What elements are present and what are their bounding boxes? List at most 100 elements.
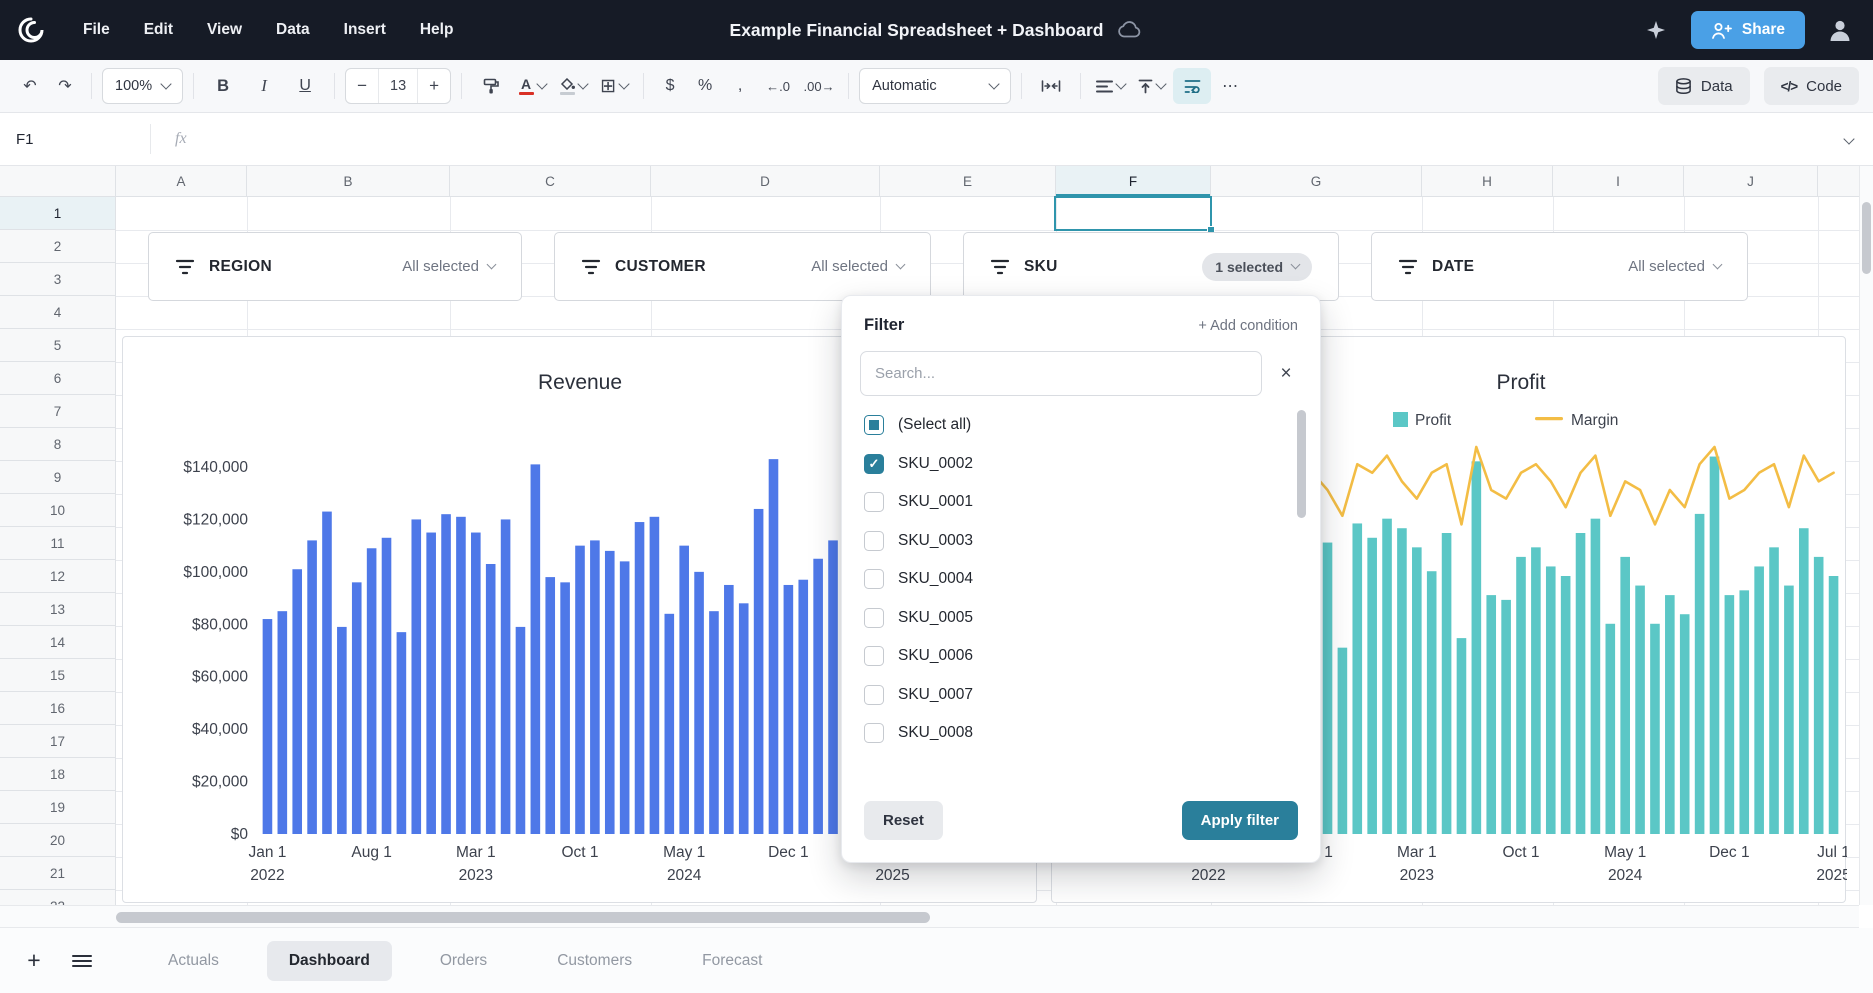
row-header-20[interactable]: 20: [0, 824, 115, 857]
data-panel-button[interactable]: Data: [1658, 67, 1750, 105]
user-avatar-icon[interactable]: [1823, 13, 1857, 47]
row-header-13[interactable]: 13: [0, 593, 115, 626]
text-color-button[interactable]: A: [513, 68, 551, 104]
checkbox-indeterminate[interactable]: [864, 415, 884, 435]
column-header-C[interactable]: C: [450, 166, 651, 196]
filter-option-sku_0002[interactable]: ✓SKU_0002: [864, 445, 1286, 484]
borders-button[interactable]: ⊞: [595, 68, 633, 104]
checkbox-unchecked[interactable]: [864, 685, 884, 705]
row-header-7[interactable]: 7: [0, 395, 115, 428]
filter-card-sku[interactable]: SKU1 selected: [963, 232, 1339, 301]
increase-font-size-button[interactable]: +: [418, 69, 450, 103]
row-header-17[interactable]: 17: [0, 725, 115, 758]
menu-insert[interactable]: Insert: [329, 12, 401, 48]
row-header-19[interactable]: 19: [0, 791, 115, 824]
horizontal-scrollbar[interactable]: [0, 905, 1859, 928]
share-button[interactable]: Share: [1691, 11, 1805, 49]
reset-button[interactable]: Reset: [864, 801, 943, 840]
column-header-G[interactable]: G: [1211, 166, 1422, 196]
apply-filter-button[interactable]: Apply filter: [1182, 801, 1298, 840]
cells-area[interactable]: Revenue$0$20,000$40,000$60,000$80,000$10…: [116, 197, 1859, 905]
cell-reference-box[interactable]: F1: [0, 131, 150, 148]
row-header-15[interactable]: 15: [0, 659, 115, 692]
row-header-3[interactable]: 3: [0, 263, 115, 296]
vertical-scrollbar[interactable]: [1859, 166, 1873, 905]
filter-option-sku_0004[interactable]: SKU_0004: [864, 560, 1286, 599]
filter-option-sku_0005[interactable]: SKU_0005: [864, 599, 1286, 638]
checkbox-unchecked[interactable]: [864, 646, 884, 666]
sheet-tab-customers[interactable]: Customers: [535, 941, 654, 981]
filter-list-scrollbar-thumb[interactable]: [1297, 410, 1306, 518]
checkbox-checked[interactable]: ✓: [864, 454, 884, 474]
checkbox-unchecked[interactable]: [864, 569, 884, 589]
row-header-11[interactable]: 11: [0, 527, 115, 560]
sheet-tab-dashboard[interactable]: Dashboard: [267, 941, 392, 981]
number-format-select[interactable]: Automatic: [859, 68, 1011, 104]
percent-format-button[interactable]: %: [689, 68, 721, 104]
ai-spark-icon[interactable]: [1639, 13, 1673, 47]
sheet-tab-forecast[interactable]: Forecast: [680, 941, 784, 981]
menu-edit[interactable]: Edit: [129, 12, 188, 48]
currency-format-button[interactable]: $: [654, 68, 686, 104]
text-wrap-button[interactable]: [1173, 68, 1211, 104]
decrease-font-size-button[interactable]: −: [346, 69, 378, 103]
decrease-decimal-button[interactable]: ←.0: [759, 68, 797, 104]
menu-file[interactable]: File: [68, 12, 125, 48]
font-size-value[interactable]: 13: [378, 69, 418, 103]
more-options-button[interactable]: ⋯: [1214, 68, 1246, 104]
row-header-2[interactable]: 2: [0, 230, 115, 263]
paint-format-button[interactable]: [472, 68, 510, 104]
horizontal-scrollbar-thumb[interactable]: [116, 912, 930, 923]
column-header-F[interactable]: F: [1056, 166, 1211, 196]
filter-option-sku_0001[interactable]: SKU_0001: [864, 483, 1286, 522]
column-header-H[interactable]: H: [1422, 166, 1553, 196]
add-sheet-button[interactable]: +: [16, 943, 52, 979]
filter-option-selectall[interactable]: (Select all): [864, 406, 1286, 445]
row-header-16[interactable]: 16: [0, 692, 115, 725]
row-header-6[interactable]: 6: [0, 362, 115, 395]
row-header-21[interactable]: 21: [0, 857, 115, 890]
close-icon[interactable]: ×: [1268, 356, 1304, 392]
row-header-10[interactable]: 10: [0, 494, 115, 527]
filter-option-sku_0007[interactable]: SKU_0007: [864, 676, 1286, 715]
zoom-select[interactable]: 100%: [102, 68, 183, 104]
formula-bar-expand-button[interactable]: [1845, 130, 1853, 148]
row-header-9[interactable]: 9: [0, 461, 115, 494]
filter-card-value[interactable]: All selected: [811, 258, 904, 275]
filter-card-date[interactable]: DATEAll selected: [1371, 232, 1748, 301]
filter-card-region[interactable]: REGIONAll selected: [148, 232, 522, 301]
bold-button[interactable]: B: [204, 68, 242, 104]
row-header-8[interactable]: 8: [0, 428, 115, 461]
code-panel-button[interactable]: </> Code: [1764, 67, 1859, 105]
checkbox-unchecked[interactable]: [864, 492, 884, 512]
row-header-18[interactable]: 18: [0, 758, 115, 791]
filter-option-sku_0008[interactable]: SKU_0008: [864, 714, 1286, 753]
column-header-B[interactable]: B: [247, 166, 450, 196]
column-header-A[interactable]: A: [116, 166, 247, 196]
column-header-I[interactable]: I: [1553, 166, 1684, 196]
column-header-D[interactable]: D: [651, 166, 880, 196]
sheet-tab-orders[interactable]: Orders: [418, 941, 509, 981]
checkbox-unchecked[interactable]: [864, 531, 884, 551]
checkbox-unchecked[interactable]: [864, 608, 884, 628]
filter-option-sku_0003[interactable]: SKU_0003: [864, 522, 1286, 561]
row-header-4[interactable]: 4: [0, 296, 115, 329]
row-header-5[interactable]: 5: [0, 329, 115, 362]
increase-decimal-button[interactable]: .00→: [800, 68, 838, 104]
column-header-J[interactable]: J: [1684, 166, 1818, 196]
filter-card-value[interactable]: All selected: [402, 258, 495, 275]
menu-view[interactable]: View: [192, 12, 257, 48]
undo-button[interactable]: ↶: [14, 68, 46, 104]
fill-color-button[interactable]: [554, 68, 592, 104]
sheet-menu-icon[interactable]: [64, 943, 100, 979]
sheet-tab-actuals[interactable]: Actuals: [146, 941, 241, 981]
app-logo-icon[interactable]: [16, 15, 46, 45]
merge-cells-button[interactable]: [1032, 68, 1070, 104]
filter-card-value[interactable]: All selected: [1628, 258, 1721, 275]
filter-card-customer[interactable]: CUSTOMERAll selected: [554, 232, 931, 301]
row-header-12[interactable]: 12: [0, 560, 115, 593]
checkbox-unchecked[interactable]: [864, 723, 884, 743]
vertical-align-button[interactable]: [1132, 68, 1170, 104]
menu-help[interactable]: Help: [405, 12, 469, 48]
filter-card-value[interactable]: 1 selected: [1202, 253, 1312, 281]
